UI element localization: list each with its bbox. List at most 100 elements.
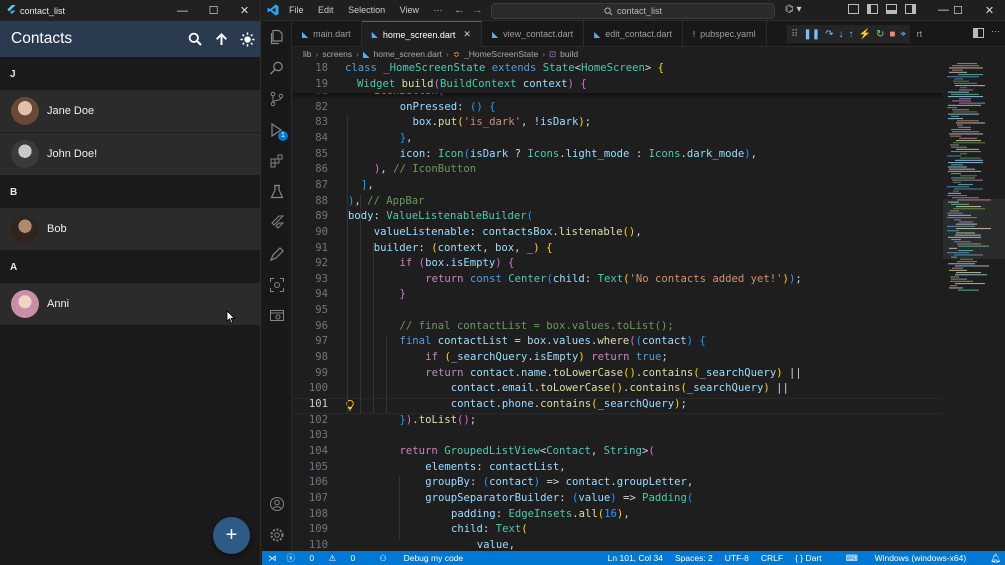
code-line: ), // IconButton (374, 163, 477, 176)
toggle-sidebar-icon[interactable] (867, 4, 878, 14)
tab-edit-contact-dart[interactable]: ◣ edit_contact.dart (584, 21, 683, 47)
extensions-icon[interactable] (262, 145, 291, 176)
method-icon: ⊡ (549, 48, 557, 59)
minimap-line (954, 78, 963, 80)
more-actions-icon[interactable]: ··· (991, 26, 1000, 36)
command-center-search[interactable]: contact_list (491, 3, 775, 19)
debug-config[interactable]: ⚇ Debug my code (379, 553, 475, 564)
contact-name: Bob (47, 223, 67, 235)
minimap-line (956, 148, 979, 150)
customize-layout-icon[interactable] (848, 4, 859, 14)
step-into-icon[interactable]: ↓ (838, 29, 843, 40)
line-number: 97 (315, 335, 328, 348)
code-line: return GroupedListView<Contact, String>( (399, 444, 655, 457)
close-window-button[interactable]: ✕ (229, 0, 260, 21)
minimap-line (957, 124, 963, 126)
menu-view[interactable]: View (400, 5, 419, 15)
restart-icon[interactable]: ↻ (876, 29, 884, 40)
language-mode[interactable]: { } Dart (795, 553, 833, 563)
device-selector[interactable]: ⌨ Windows (windows-x64) (846, 553, 979, 564)
code-line: elements: contactList, (425, 460, 566, 473)
toggle-secondary-sidebar-icon[interactable] (905, 4, 916, 14)
minimap-line (952, 197, 979, 199)
contact-item-jane-doe[interactable]: Jane Doe (0, 90, 260, 132)
contact-item-john-doe[interactable]: John Doe! (0, 133, 260, 175)
cursor-position[interactable]: Ln 101, Col 34 (608, 553, 663, 563)
contact-name: Jane Doe (47, 105, 95, 117)
light-mode-icon[interactable] (234, 21, 260, 57)
split-editor-icon[interactable] (973, 28, 984, 38)
yaml-icon: ! (692, 29, 696, 39)
contact-item-bob[interactable]: Bob (0, 208, 260, 250)
minimap-line (947, 186, 969, 188)
menu-more[interactable]: ··· (433, 5, 442, 15)
hot-reload-icon[interactable]: ⚡ (858, 29, 870, 40)
source-control-icon[interactable] (262, 83, 291, 114)
breadcrumb-class[interactable]: _HomeScreenState (464, 49, 538, 59)
breadcrumb-method[interactable]: build (560, 49, 578, 59)
breadcrumb-file[interactable]: home_screen.dart (374, 49, 443, 59)
inspector-icon[interactable] (262, 300, 291, 331)
remote-explorer-icon[interactable] (262, 269, 291, 300)
problems-indicator[interactable]: ⓧ 0 ⚠ 0 (287, 552, 368, 564)
line-number: 102 (308, 413, 328, 426)
minimap-viewport[interactable] (943, 199, 1005, 259)
breadcrumb-screens[interactable]: screens (322, 49, 352, 59)
vscode-maximize-button[interactable]: ☐ (944, 0, 972, 21)
search-view-icon[interactable] (262, 52, 291, 83)
flutter-app-window: contact_list — ☐ ✕ Contacts J Jane Doe J… (0, 0, 261, 565)
toggle-panel-icon[interactable] (886, 4, 897, 14)
maximize-button[interactable]: ☐ (198, 0, 229, 21)
line-ending[interactable]: CRLF (761, 553, 783, 563)
step-over-icon[interactable]: ↷ (825, 29, 833, 40)
code-line: valueListenable: contactsBox.listenable(… (373, 225, 642, 238)
minimap-line (947, 155, 961, 157)
accounts-icon[interactable] (262, 488, 292, 519)
back-arrow-icon[interactable]: ← (454, 4, 465, 16)
encoding[interactable]: UTF-8 (725, 553, 749, 563)
pen-tool-icon[interactable] (262, 238, 291, 269)
indentation[interactable]: Spaces: 2 (675, 553, 713, 563)
menu-edit[interactable]: Edit (318, 5, 334, 15)
minimap-line (960, 157, 981, 159)
minimap-line (958, 74, 983, 76)
testing-icon[interactable] (262, 176, 291, 207)
run-debug-icon[interactable]: 1 (262, 114, 291, 145)
minimap[interactable] (943, 61, 1005, 551)
minimize-button[interactable]: — (167, 0, 198, 21)
stop-icon[interactable]: ■ (889, 29, 895, 40)
minimap-line (948, 104, 981, 106)
notifications-bell-icon[interactable]: 🔔︎ (990, 553, 1001, 564)
forward-arrow-icon[interactable]: → (472, 4, 483, 16)
devtools-icon[interactable]: ⌖ (900, 29, 906, 40)
code-line: contact.email.toLowerCase().contains(_se… (450, 382, 789, 395)
avatar (11, 97, 39, 125)
close-tab-icon[interactable]: ✕ (463, 29, 471, 40)
tab-home-screen-dart[interactable]: ◣ home_screen.dart ✕ (361, 21, 482, 47)
contact-item-anni[interactable]: Anni (0, 283, 260, 325)
manage-gear-icon[interactable] (262, 519, 292, 550)
flutter-outline-icon[interactable] (262, 207, 291, 238)
minimap-line (956, 122, 985, 124)
minimap-line (956, 140, 981, 142)
tab-view-contact-dart[interactable]: ◣ view_contact.dart (482, 21, 585, 47)
drag-handle-icon[interactable]: ⠿ (791, 29, 798, 40)
add-contact-button[interactable]: + (213, 517, 250, 554)
search-icon[interactable] (182, 21, 208, 57)
breadcrumb-lib[interactable]: lib (303, 49, 312, 59)
explorer-icon[interactable] (262, 21, 291, 52)
vscode-close-button[interactable]: ✕ (974, 0, 1005, 21)
tab-main-dart[interactable]: ◣ main.dart (292, 21, 362, 47)
copilot-icon[interactable]: ⌬ ▾ (785, 4, 802, 15)
line-number: 106 (308, 476, 328, 489)
remote-icon[interactable]: ⋊ (268, 553, 277, 564)
sort-arrow-up-icon[interactable] (208, 21, 234, 57)
line-number: 83 (315, 116, 328, 129)
tab-pubspec-yaml[interactable]: ! pubspec.yaml (683, 21, 767, 47)
menu-selection[interactable]: Selection (348, 5, 385, 15)
menu-file[interactable]: File (289, 5, 304, 15)
pause-icon[interactable]: ❚❚ (803, 29, 820, 40)
step-out-icon[interactable]: ↑ (848, 29, 853, 40)
minimap-line (949, 168, 975, 170)
code-editor[interactable]: 8182838485868788899091929394959697989910… (292, 61, 943, 551)
